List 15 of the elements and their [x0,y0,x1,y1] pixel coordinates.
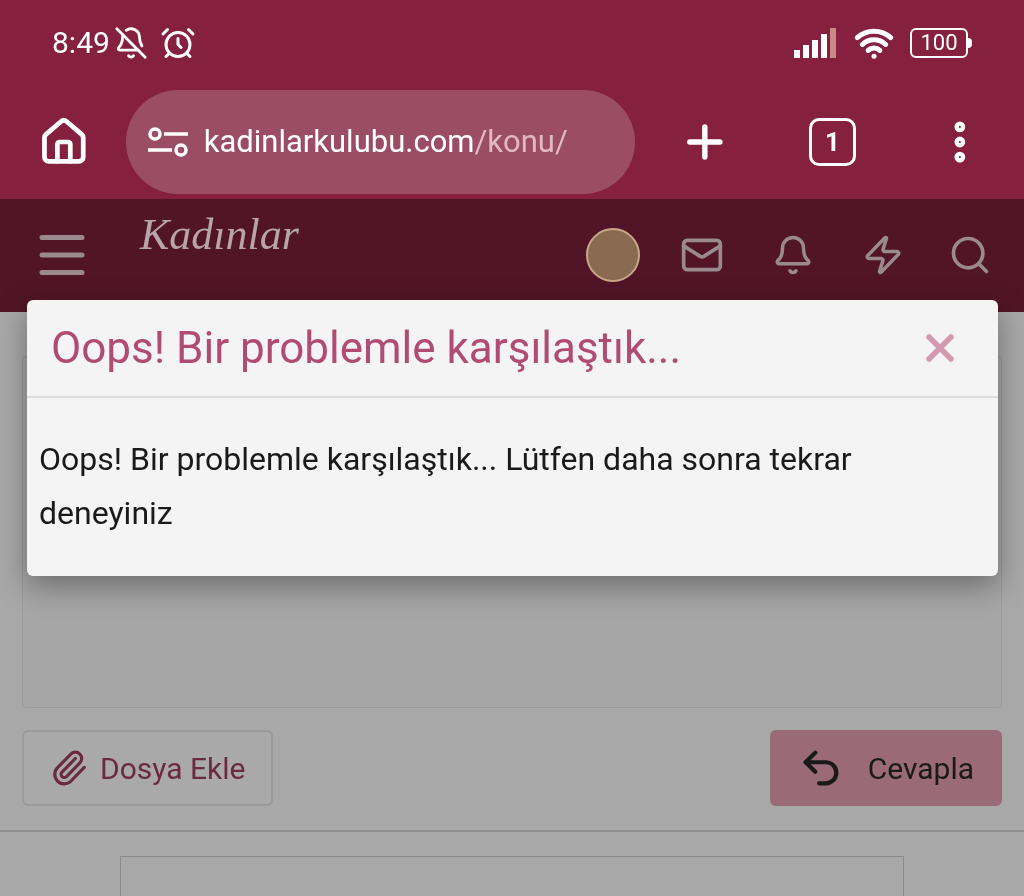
attach-file-button[interactable]: Dosya Ekle [22,730,274,806]
lightning-icon[interactable] [862,234,904,277]
avatar-icon[interactable] [586,228,640,283]
url-text: kadinlarkulubu.com/konu/ [203,122,568,163]
dialog-message: Oops! Bir problemle karşılaştık... Lütfen daha sonra tekrar deneyiniz [38,439,853,534]
bell-off-icon [113,25,148,60]
dialog-title: Oops! Bir problemle karşılaştık... [51,321,681,376]
tab-count-button[interactable]: 1 [808,118,857,167]
site-settings-icon[interactable] [147,126,188,159]
clock-time: 8:49 [52,24,110,63]
signal-icon [794,27,838,58]
address-bar[interactable]: kadinlarkulubu.com/konu/ [125,90,635,195]
reply-button[interactable]: Cevapla [769,730,1002,806]
paperclip-icon [50,749,88,787]
site-logo[interactable]: Kadınlar [140,202,299,269]
